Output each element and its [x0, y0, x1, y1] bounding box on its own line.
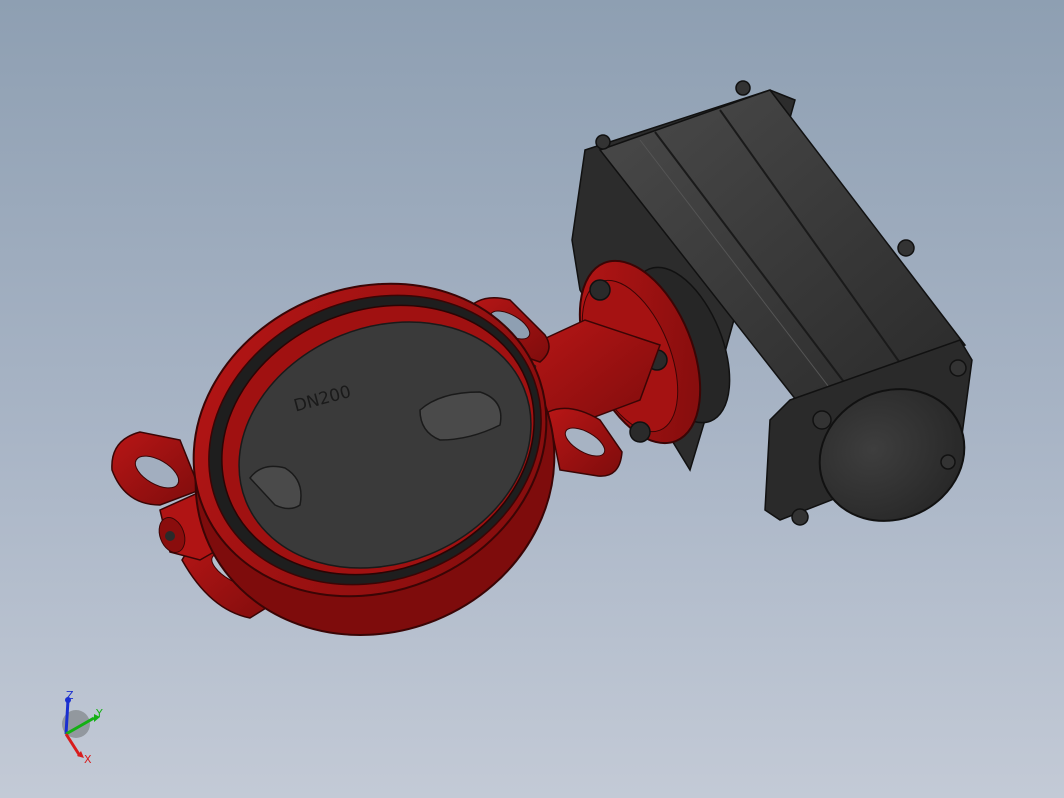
- graphics-viewport[interactable]: XS: [0, 0, 1064, 798]
- valve-model[interactable]: XS: [0, 0, 1064, 798]
- y-axis-label: Y: [96, 707, 103, 720]
- triad-graphic: [62, 697, 100, 758]
- z-axis-label: Z: [66, 689, 74, 702]
- x-axis-label: X: [84, 753, 92, 766]
- axis-triad: Z Y X: [44, 684, 114, 768]
